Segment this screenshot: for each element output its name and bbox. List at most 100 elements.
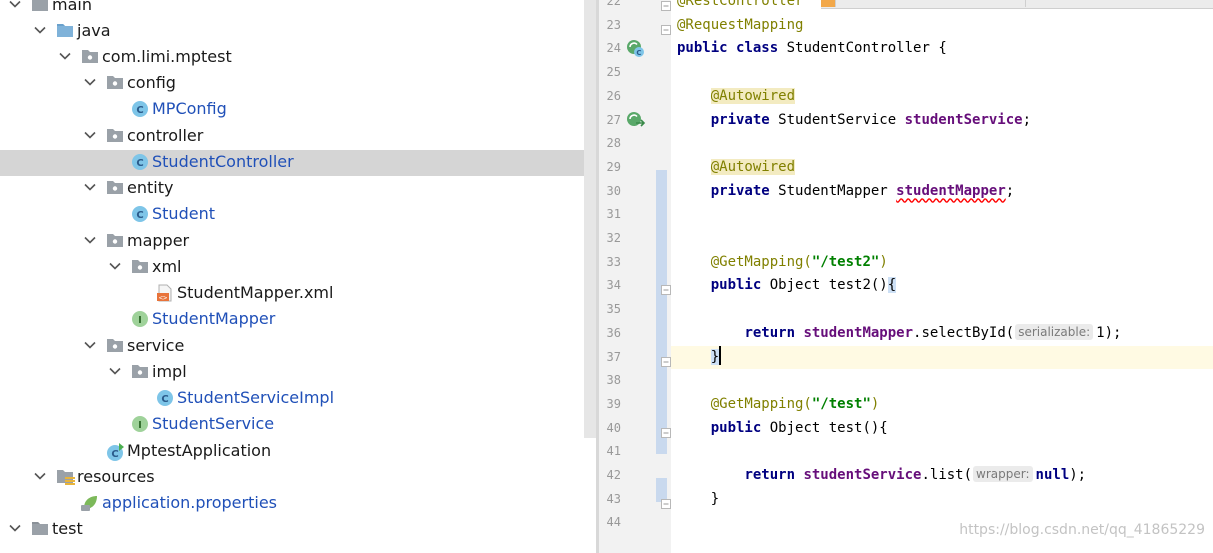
annotation: @GetMapping( (710, 253, 812, 270)
parameter-hint: wrapper: (973, 466, 1033, 482)
tree-item[interactable]: application.properties (0, 491, 596, 517)
gutter-line: 22 (599, 0, 671, 14)
tree-item[interactable]: test (0, 517, 596, 543)
expand-arrow-icon[interactable] (108, 259, 122, 273)
line-number: 26 (606, 88, 621, 103)
code-line[interactable]: return studentMapper.selectById(serializ… (677, 322, 1213, 346)
tree-item[interactable]: config (0, 71, 596, 97)
tree-item[interactable]: com.limi.mptest (0, 45, 596, 71)
fold-toggle-icon[interactable] (661, 494, 671, 509)
tree-item[interactable]: impl (0, 360, 596, 386)
tree-scrollbar[interactable] (584, 0, 596, 438)
tree-item[interactable]: service (0, 334, 596, 360)
field-name: studentMapper (803, 324, 914, 341)
tree-item-label: resources (77, 467, 155, 486)
tree-item[interactable]: entity (0, 176, 596, 202)
code-line[interactable] (677, 203, 1213, 227)
line-number: 43 (606, 491, 621, 506)
expand-arrow-icon[interactable] (33, 23, 47, 37)
code-line[interactable]: @GetMapping("/test") (677, 393, 1213, 417)
fold-toggle-icon[interactable] (661, 352, 671, 367)
code-line[interactable]: } (677, 488, 1213, 512)
keyword: public (677, 40, 728, 57)
project-tree: main java com.limi.mptest config C MPConfig co… (0, 0, 596, 553)
code-line[interactable]: @RequestMapping (677, 14, 1213, 38)
code-line[interactable]: private StudentService studentService; (677, 109, 1213, 133)
code-editor[interactable]: 22 23 24 C 25 26 27 28 29 30 31 32 33 34 35 36 37 38 39 40 4… (599, 0, 1213, 553)
line-number: 40 (606, 420, 621, 435)
keyword: return (744, 467, 796, 483)
code-line[interactable]: public Object test(){ (677, 417, 1213, 441)
svg-text:C: C (136, 105, 143, 116)
tree-item-label: StudentService (152, 414, 275, 433)
spring-bean-icon[interactable]: C (626, 39, 646, 58)
expand-arrow-icon[interactable] (58, 49, 72, 63)
gutter-line: 40 (599, 417, 671, 441)
expand-arrow-icon[interactable] (83, 338, 97, 352)
tree-item[interactable]: resources (0, 465, 596, 491)
line-number: 31 (606, 207, 621, 222)
code-line[interactable] (677, 132, 1213, 156)
autowired-navigation-icon[interactable] (626, 111, 646, 130)
gutter-line: 36 (599, 322, 671, 346)
annotation: ) (870, 395, 880, 412)
code-line[interactable] (677, 227, 1213, 251)
code-line[interactable]: return studentService.list(wrapper: null)… (677, 464, 1213, 488)
tree-item-label: StudentMapper (152, 309, 276, 328)
annotation: @Autowired (710, 87, 796, 104)
tree-item[interactable]: I StudentMapper (0, 307, 596, 333)
method-call: .list( (921, 467, 973, 483)
fold-toggle-icon[interactable] (661, 280, 671, 296)
gutter-line: 38 (599, 369, 671, 393)
tree-item[interactable]: java (0, 19, 596, 45)
code-line[interactable] (677, 298, 1213, 322)
fold-toggle-icon[interactable] (661, 20, 671, 35)
tree-item[interactable]: mapper (0, 229, 596, 255)
code-line[interactable]: @Autowired (677, 85, 1213, 109)
code-line[interactable]: private StudentMapper studentMapper; (677, 180, 1213, 204)
line-number: 22 (606, 0, 621, 8)
field-name: studentMapper (896, 182, 1006, 199)
code-line[interactable]: } (671, 345, 1213, 370)
svg-text:C: C (161, 394, 168, 405)
svg-text:I: I (138, 420, 142, 431)
gutter-line: 31 (599, 203, 671, 227)
gutter-line: 37 (599, 346, 671, 370)
package-icon (106, 74, 124, 92)
tree-item[interactable]: <> StudentMapper.xml (0, 281, 596, 307)
tree-item[interactable]: C MptestApplication (0, 439, 596, 465)
tree-item[interactable]: xml (0, 255, 596, 281)
expand-arrow-icon[interactable] (108, 364, 122, 378)
code-line[interactable] (677, 440, 1213, 464)
line-number: 28 (606, 136, 621, 151)
tree-item[interactable]: main (0, 0, 596, 19)
tree-item[interactable]: C MPConfig (0, 97, 596, 123)
code-line[interactable]: public class StudentController { (677, 37, 1213, 61)
expand-arrow-icon[interactable] (83, 75, 97, 89)
code-line[interactable]: @Autowired (677, 156, 1213, 180)
gutter-line: 26 (599, 85, 671, 109)
tree-item-label: entity (127, 178, 174, 197)
expand-arrow-icon[interactable] (83, 180, 97, 194)
tree-item[interactable]: C StudentController (0, 150, 584, 176)
tree-item[interactable]: I StudentService (0, 412, 596, 438)
gutter-line: 43 (599, 488, 671, 512)
expand-arrow-icon[interactable] (83, 128, 97, 142)
code-line[interactable] (677, 61, 1213, 85)
expand-arrow-icon[interactable] (83, 233, 97, 247)
tree-item[interactable]: C Student (0, 202, 596, 228)
editor-gutter: 22 23 24 C 25 26 27 28 29 30 31 32 33 34 35 36 37 38 39 40 4… (599, 0, 671, 553)
code-line[interactable]: @RestController (677, 0, 1213, 14)
expand-arrow-icon[interactable] (8, 521, 22, 535)
keyword: return (744, 324, 796, 341)
fold-toggle-icon[interactable] (661, 423, 671, 438)
code-line[interactable]: public Object test2(){ (677, 274, 1213, 298)
code-line[interactable] (677, 369, 1213, 393)
tree-item[interactable]: C StudentServiceImpl (0, 386, 596, 412)
line-number: 33 (606, 254, 621, 269)
fold-toggle-icon[interactable] (661, 0, 671, 11)
expand-arrow-icon[interactable] (8, 0, 22, 11)
tree-item[interactable]: controller (0, 124, 596, 150)
code-line[interactable]: @GetMapping("/test2") (677, 251, 1213, 275)
expand-arrow-icon[interactable] (33, 469, 47, 483)
